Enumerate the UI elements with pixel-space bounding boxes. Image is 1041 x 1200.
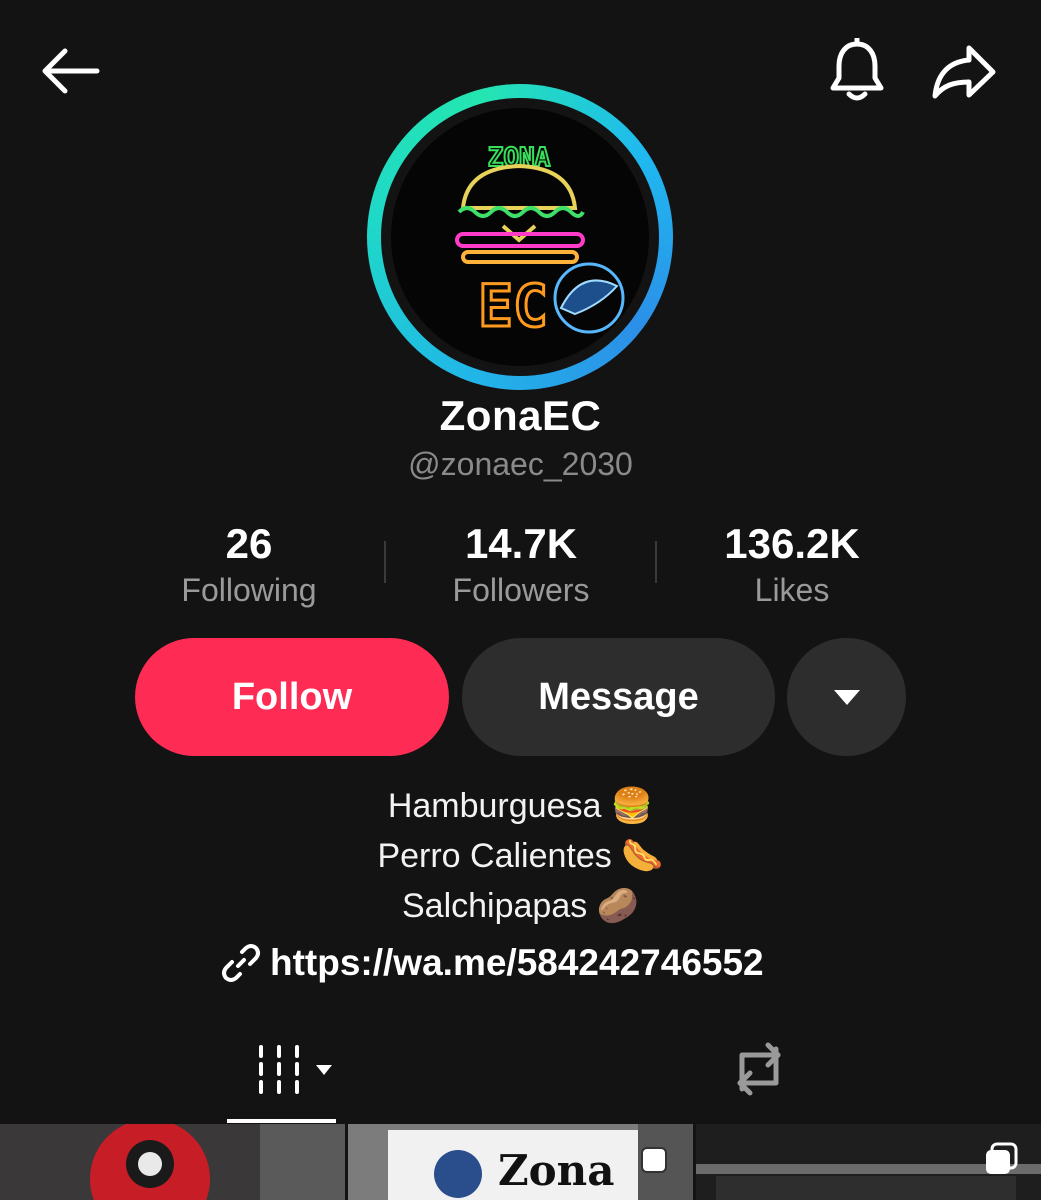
stat-label: Following bbox=[181, 572, 317, 608]
notification-button[interactable] bbox=[822, 36, 892, 106]
stat-divider bbox=[655, 541, 657, 583]
video-thumbnail[interactable] bbox=[0, 1124, 345, 1200]
stat-value: 14.7K bbox=[464, 520, 578, 567]
stat-following[interactable]: 26 Following bbox=[150, 520, 348, 612]
multi-photo-icon bbox=[641, 1147, 667, 1173]
thumbnail-image bbox=[0, 1124, 345, 1200]
stat-value: 26 bbox=[225, 520, 273, 567]
tab-reposts[interactable] bbox=[722, 1036, 796, 1102]
stat-label: Followers bbox=[452, 572, 590, 608]
stat-label: Likes bbox=[754, 572, 830, 608]
grid-icon bbox=[259, 1045, 299, 1094]
arrow-left-icon bbox=[42, 48, 100, 94]
tab-videos[interactable] bbox=[236, 1040, 336, 1100]
stat-likes[interactable]: 136.2K Likes bbox=[690, 520, 894, 612]
video-thumbnail[interactable]: Zona EC bbox=[348, 1124, 693, 1200]
caret-down-icon bbox=[833, 690, 860, 705]
bio-line: Hamburguesa 🍔 bbox=[387, 787, 654, 825]
bell-icon bbox=[830, 38, 884, 101]
stat-divider bbox=[384, 541, 386, 583]
more-options-button[interactable] bbox=[787, 638, 906, 756]
active-tab-indicator bbox=[227, 1119, 336, 1123]
bio-link-text: https://wa.me/584242746552 bbox=[270, 942, 764, 983]
video-thumbnail[interactable] bbox=[696, 1124, 1041, 1200]
bio-link[interactable]: https://wa.me/584242746552 bbox=[220, 940, 764, 986]
username-handle: @zonaec_2030 bbox=[408, 446, 633, 482]
stat-value: 136.2K bbox=[724, 520, 860, 567]
bio-line: Salchipapas 🥔 bbox=[401, 887, 640, 925]
repost-icon bbox=[737, 1042, 781, 1096]
bio-line: Perro Calientes 🌭 bbox=[377, 837, 664, 875]
link-icon bbox=[222, 944, 260, 982]
share-arrow-icon bbox=[932, 45, 996, 99]
display-name: ZonaEC bbox=[439, 392, 602, 439]
avatar[interactable]: ZONA EC bbox=[391, 108, 649, 366]
follow-button[interactable]: Follow bbox=[135, 638, 449, 756]
message-button[interactable]: Message bbox=[462, 638, 775, 756]
back-button[interactable] bbox=[30, 36, 110, 106]
caret-down-icon bbox=[316, 1065, 332, 1075]
stat-followers[interactable]: 14.7K Followers bbox=[420, 520, 622, 612]
avatar-logo-image: ZONA EC bbox=[455, 142, 625, 342]
share-button[interactable] bbox=[926, 36, 1002, 106]
multi-photo-icon bbox=[986, 1142, 1018, 1174]
svg-text:EC: EC bbox=[478, 272, 548, 340]
